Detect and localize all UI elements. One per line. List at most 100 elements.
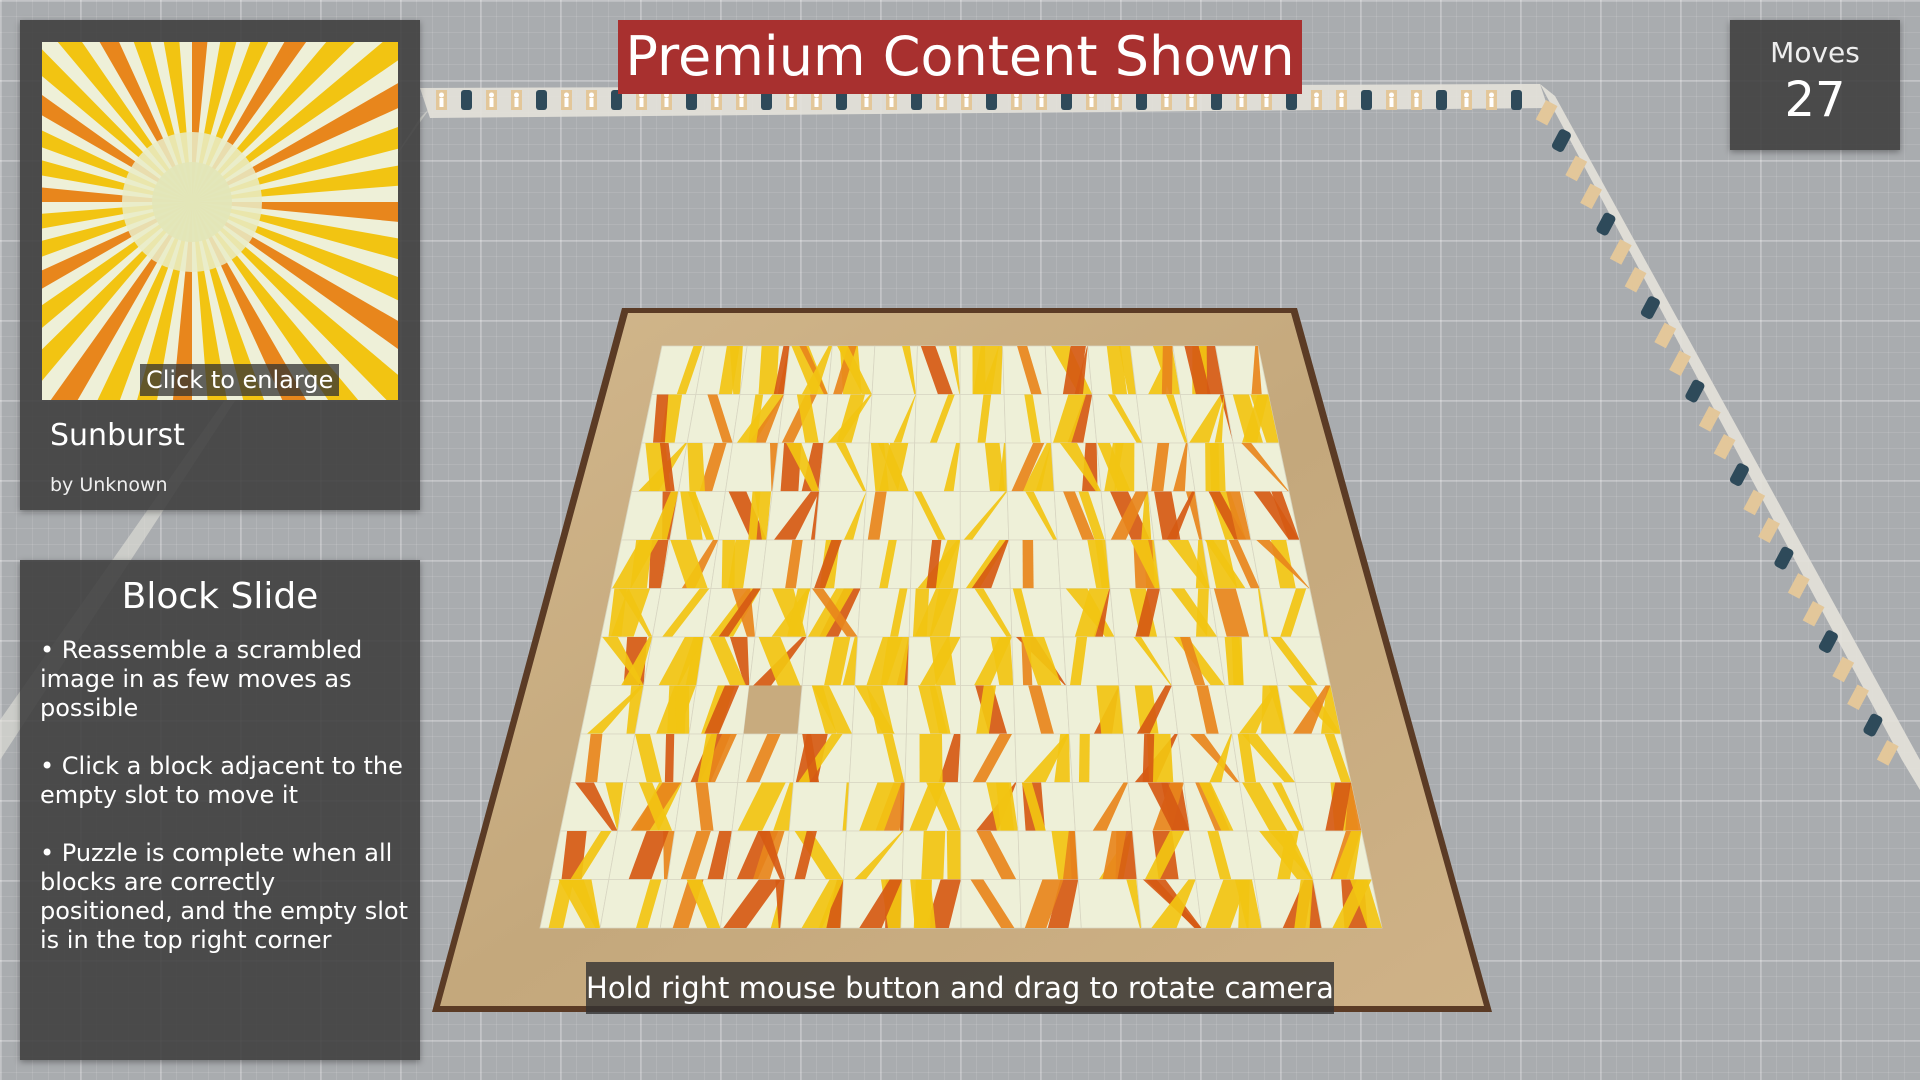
puzzle-tile[interactable]: [914, 394, 961, 444]
puzzle-tile[interactable]: [688, 685, 750, 735]
puzzle-tile[interactable]: [911, 491, 961, 541]
puzzle-tile[interactable]: [643, 636, 705, 686]
puzzle-tile[interactable]: [960, 879, 1022, 929]
puzzle-tile[interactable]: [801, 636, 859, 686]
puzzle-tile[interactable]: [840, 879, 903, 929]
puzzle-tile[interactable]: [1250, 539, 1311, 589]
puzzle-tile[interactable]: [1011, 636, 1067, 686]
puzzle-tile[interactable]: [1118, 685, 1179, 735]
puzzle-tile[interactable]: [1016, 782, 1076, 832]
puzzle-tile[interactable]: [863, 491, 914, 541]
puzzle-tile[interactable]: [620, 491, 679, 541]
puzzle-tile[interactable]: [1216, 636, 1278, 686]
puzzle-tile[interactable]: [549, 830, 619, 880]
puzzle-tile[interactable]: [669, 491, 726, 541]
puzzle-tile[interactable]: [590, 636, 653, 686]
puzzle-tile[interactable]: [732, 394, 785, 444]
puzzle-tile[interactable]: [771, 442, 825, 492]
puzzle-tile[interactable]: [1147, 491, 1203, 541]
puzzle-tile[interactable]: [1091, 394, 1143, 444]
puzzle-tile[interactable]: [570, 733, 636, 783]
puzzle-tile[interactable]: [1268, 636, 1331, 686]
puzzle-tile[interactable]: [599, 879, 668, 929]
puzzle-tile[interactable]: [625, 733, 690, 783]
puzzle-tile[interactable]: [780, 879, 844, 929]
puzzle-tile[interactable]: [1132, 830, 1197, 880]
puzzle-tile[interactable]: [903, 782, 962, 832]
puzzle-tile[interactable]: [1068, 733, 1129, 783]
puzzle-tile[interactable]: [1259, 588, 1321, 638]
click-to-enlarge-label[interactable]: Click to enlarge: [140, 364, 340, 396]
puzzle-tile[interactable]: [915, 345, 961, 395]
puzzle-tile[interactable]: [1123, 733, 1185, 783]
puzzle-tile[interactable]: [539, 879, 610, 929]
puzzle-tile[interactable]: [845, 782, 906, 832]
puzzle-tile[interactable]: [1136, 879, 1203, 929]
puzzle-tile[interactable]: [1187, 442, 1243, 492]
puzzle-tile[interactable]: [659, 879, 727, 929]
puzzle-tile[interactable]: [788, 782, 850, 832]
puzzle-tile[interactable]: [748, 636, 807, 686]
puzzle-tile[interactable]: [1232, 442, 1290, 492]
puzzle-tile[interactable]: [1100, 491, 1155, 541]
puzzle-tile[interactable]: [814, 491, 867, 541]
puzzle-tile[interactable]: [1135, 394, 1189, 444]
puzzle-tile[interactable]: [1153, 539, 1211, 589]
puzzle-tile[interactable]: [797, 685, 856, 735]
puzzle-tile[interactable]: [660, 539, 719, 589]
puzzle-tile[interactable]: [610, 539, 671, 589]
puzzle-tile[interactable]: [1159, 588, 1218, 638]
puzzle-tile[interactable]: [1165, 636, 1226, 686]
puzzle-tile[interactable]: [1005, 442, 1055, 492]
puzzle-tile[interactable]: [703, 588, 762, 638]
puzzle-tile[interactable]: [1209, 588, 1270, 638]
puzzle-tile[interactable]: [1253, 879, 1323, 929]
puzzle-tile[interactable]: [777, 394, 829, 444]
puzzle-tile[interactable]: [681, 733, 744, 783]
puzzle-tile[interactable]: [1231, 733, 1296, 783]
puzzle-tile[interactable]: [960, 685, 1016, 735]
puzzle-tile[interactable]: [860, 539, 913, 589]
puzzle-tile[interactable]: [871, 345, 918, 395]
puzzle-tile[interactable]: [1047, 394, 1098, 444]
puzzle-tile[interactable]: [1114, 636, 1173, 686]
puzzle-tile[interactable]: [1008, 539, 1061, 589]
puzzle-tile[interactable]: [907, 636, 961, 686]
puzzle-tile[interactable]: [1056, 539, 1111, 589]
puzzle-tile[interactable]: [848, 733, 907, 783]
puzzle-tile[interactable]: [631, 442, 688, 492]
puzzle-tile[interactable]: [1303, 830, 1373, 880]
puzzle-tile[interactable]: [1195, 879, 1263, 929]
puzzle-tile[interactable]: [960, 733, 1017, 783]
puzzle-tile[interactable]: [912, 442, 961, 492]
puzzle-tile[interactable]: [695, 345, 748, 395]
puzzle-tile[interactable]: [634, 685, 697, 735]
puzzle-tile[interactable]: [1141, 442, 1196, 492]
puzzle-tile[interactable]: [1189, 830, 1255, 880]
puzzle-tile[interactable]: [960, 782, 1019, 832]
puzzle-tile[interactable]: [865, 442, 916, 492]
puzzle-tile[interactable]: [1006, 491, 1058, 541]
puzzle-tile[interactable]: [905, 685, 962, 735]
puzzle-tile[interactable]: [766, 491, 820, 541]
puzzle-tile[interactable]: [1071, 782, 1133, 832]
puzzle-tile[interactable]: [559, 782, 627, 832]
puzzle-tile[interactable]: [959, 442, 1008, 492]
puzzle-tile[interactable]: [823, 394, 873, 444]
puzzle-tile[interactable]: [724, 442, 779, 492]
puzzle-tile[interactable]: [960, 636, 1014, 686]
puzzle-tile[interactable]: [904, 733, 962, 783]
puzzle-tile[interactable]: [1050, 442, 1102, 492]
puzzle-tile[interactable]: [1074, 830, 1138, 880]
puzzle-tile[interactable]: [1009, 588, 1064, 638]
puzzle-tile[interactable]: [710, 539, 768, 589]
puzzle-tile[interactable]: [1062, 636, 1120, 686]
puzzle-tile[interactable]: [901, 830, 962, 880]
puzzle-tile[interactable]: [1053, 491, 1107, 541]
puzzle-tile[interactable]: [857, 588, 911, 638]
puzzle-tile[interactable]: [784, 830, 847, 880]
puzzle-tile[interactable]: [900, 879, 962, 929]
puzzle-tile[interactable]: [1003, 394, 1052, 444]
puzzle-tile[interactable]: [739, 345, 791, 395]
puzzle-tile[interactable]: [960, 830, 1021, 880]
